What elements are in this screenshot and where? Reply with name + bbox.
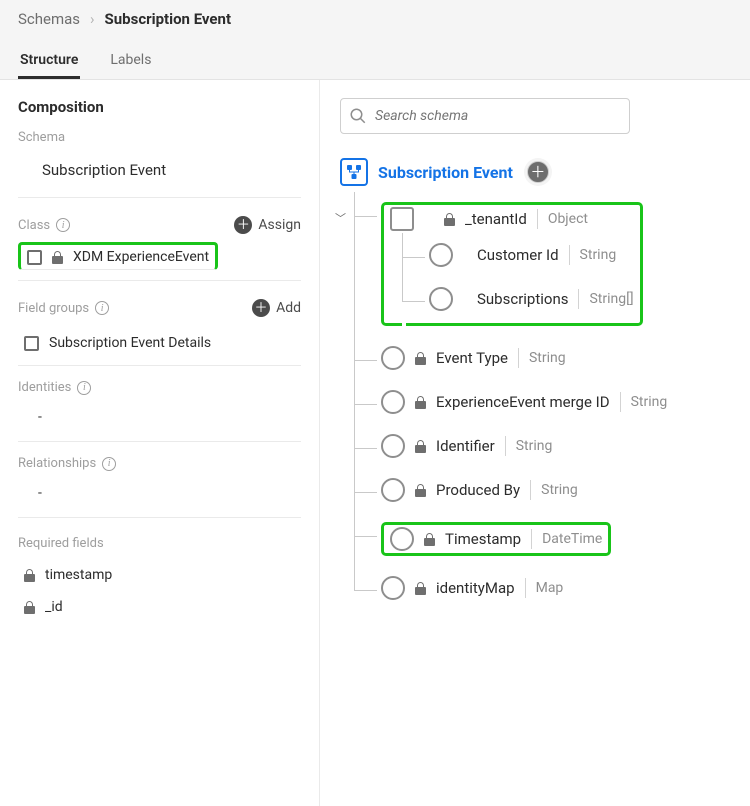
lock-icon	[415, 352, 426, 365]
circle-icon	[381, 346, 405, 370]
required-field-row: timestamp	[18, 559, 301, 591]
tree-node[interactable]: Event Type String	[355, 336, 730, 380]
class-row[interactable]: XDM ExperienceEvent	[18, 242, 218, 270]
square-icon	[24, 336, 39, 351]
lock-icon	[415, 484, 426, 497]
lock-icon	[24, 601, 35, 614]
schema-canvas: Subscription Event ＋ ﹀ _tenantId Obje	[320, 80, 750, 806]
tree-node-tenant[interactable]: ﹀ _tenantId Object	[355, 192, 730, 336]
required-fields-section-label: Required fields	[18, 536, 301, 551]
tree-node[interactable]: ExperienceEvent merge ID String	[355, 380, 730, 424]
lock-icon	[415, 582, 426, 595]
add-button[interactable]: ＋ Add	[252, 299, 301, 317]
breadcrumb: Schemas › Subscription Event	[18, 10, 732, 28]
field-groups-section-label: Field groups i	[18, 301, 109, 316]
lock-icon	[415, 396, 426, 409]
circle-icon	[381, 478, 405, 502]
hierarchy-icon	[340, 158, 368, 186]
schema-section-label: Schema	[18, 130, 301, 145]
breadcrumb-root[interactable]: Schemas	[18, 10, 80, 28]
info-icon[interactable]: i	[77, 381, 91, 395]
info-icon[interactable]: i	[102, 457, 116, 471]
class-section-label: Class i	[18, 218, 70, 233]
field-group-name: Subscription Event Details	[49, 335, 211, 351]
composition-title: Composition	[18, 98, 301, 116]
lock-icon	[24, 569, 35, 582]
square-icon	[27, 250, 42, 265]
composition-sidebar: Composition Schema Subscription Event Cl…	[0, 80, 320, 806]
tree-root[interactable]: Subscription Event ＋	[340, 158, 730, 186]
search-icon	[349, 107, 367, 125]
search-input[interactable]	[340, 98, 630, 134]
circle-icon	[381, 434, 405, 458]
circle-icon	[390, 527, 414, 551]
lock-icon	[415, 440, 426, 453]
add-field-button[interactable]: ＋	[527, 161, 549, 183]
assign-button[interactable]: ＋ Assign	[234, 216, 301, 234]
plus-icon: ＋	[234, 216, 252, 234]
caret-icon[interactable]: ﹀	[335, 210, 346, 226]
class-name: XDM ExperienceEvent	[73, 249, 209, 265]
square-icon	[390, 207, 414, 231]
schema-tree: Subscription Event ＋ ﹀ _tenantId Obje	[340, 158, 730, 610]
circle-icon	[429, 287, 453, 311]
circle-icon	[429, 243, 453, 267]
tab-labels[interactable]: Labels	[108, 44, 153, 79]
identities-section-label: Identities i	[18, 380, 301, 395]
lock-icon	[52, 251, 63, 264]
field-group-row[interactable]: Subscription Event Details	[18, 325, 301, 366]
header: Schemas › Subscription Event Structure L…	[0, 0, 750, 80]
plus-icon: ＋	[252, 299, 270, 317]
tree-node[interactable]: Customer Id String	[403, 233, 634, 277]
schema-name[interactable]: Subscription Event	[18, 153, 301, 198]
lock-icon	[424, 533, 435, 546]
circle-icon	[381, 390, 405, 414]
search-container	[340, 98, 630, 134]
identities-value: -	[18, 403, 301, 442]
tree-node-timestamp[interactable]: Timestamp DateTime	[355, 512, 730, 566]
tree-node[interactable]: Identifier String	[355, 424, 730, 468]
circle-icon	[381, 576, 405, 600]
info-icon[interactable]: i	[95, 301, 109, 315]
tab-structure[interactable]: Structure	[18, 44, 80, 79]
relationships-section-label: Relationships i	[18, 456, 301, 471]
tree-node[interactable]: Subscriptions String[]	[403, 277, 634, 321]
lock-icon	[444, 213, 455, 226]
tree-node[interactable]: Produced By String	[355, 468, 730, 512]
tree-root-label: Subscription Event	[378, 163, 513, 182]
breadcrumb-separator: ›	[90, 10, 95, 28]
tabs: Structure Labels	[18, 44, 732, 79]
relationships-value: -	[18, 479, 301, 518]
required-field-row: _id	[18, 591, 301, 623]
tree-node[interactable]: identityMap Map	[355, 566, 730, 610]
breadcrumb-current: Subscription Event	[105, 10, 231, 28]
info-icon[interactable]: i	[56, 218, 70, 232]
